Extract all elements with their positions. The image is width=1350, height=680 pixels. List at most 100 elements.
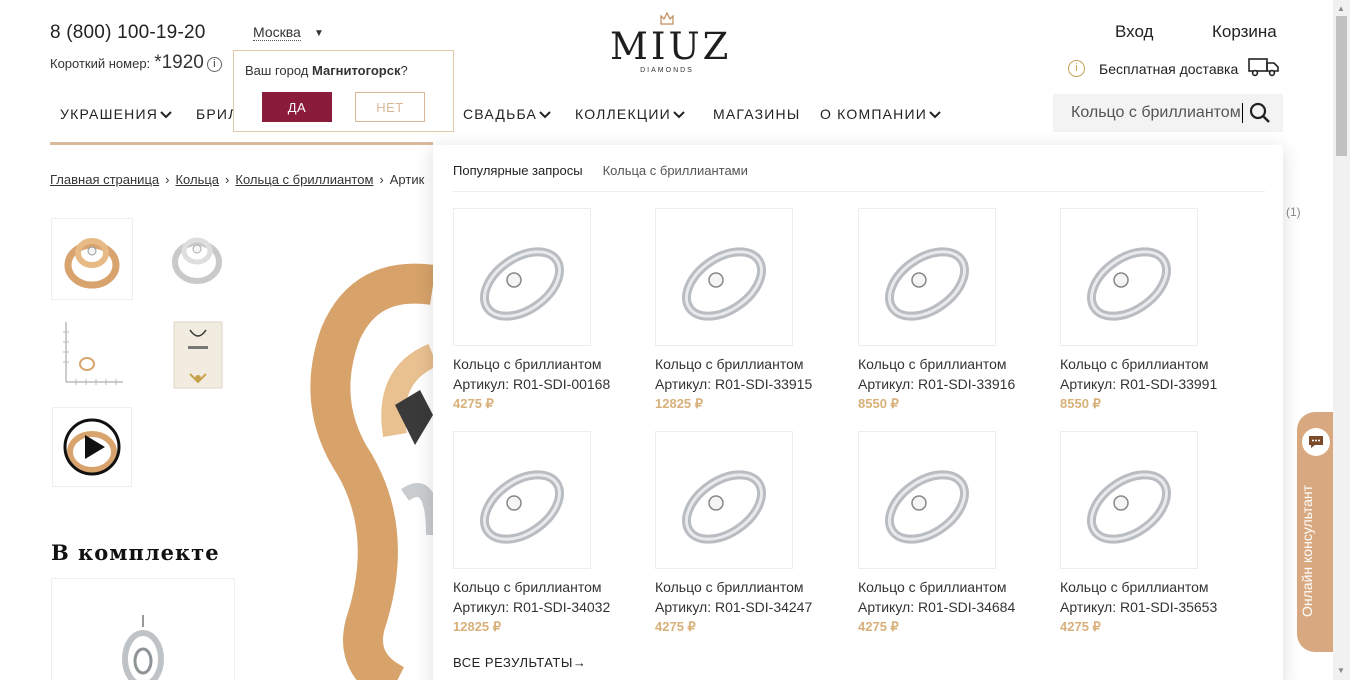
city-question: Ваш город Магнитогорск? [245, 63, 408, 78]
product-thumbnail-gold[interactable] [51, 218, 133, 300]
set-section-title: В комплекте [51, 540, 220, 565]
breadcrumb-current: Артик [389, 172, 425, 187]
nav-item-label: УКРАШЕНИЯ [60, 106, 159, 122]
nav-item-stores[interactable]: МАГАЗИНЫ [713, 106, 800, 122]
cart-link[interactable]: Корзина [1212, 22, 1277, 42]
city-yes-button[interactable]: ДА [262, 92, 332, 122]
product-price: 4275 ₽ [655, 619, 696, 634]
product-thumbnail-size[interactable] [51, 312, 133, 394]
product-thumbnail-package[interactable] [160, 312, 234, 394]
scroll-up-icon[interactable]: ▲ [1337, 4, 1345, 13]
product-name[interactable]: Кольцо с бриллиантом [1060, 354, 1260, 374]
short-number: Короткий номер: *1920 i [50, 52, 222, 74]
set-item-card[interactable] [51, 578, 235, 680]
product-card[interactable]: Кольцо с бриллиантом Артикул: R01-SDI-346… [858, 431, 1058, 637]
chevron-right-icon: › [165, 172, 170, 187]
nav-item-collections[interactable]: КОЛЛЕКЦИИ [575, 106, 685, 122]
city-selector[interactable]: Москва [253, 24, 301, 41]
product-main-image[interactable] [245, 205, 433, 680]
caret-down-icon[interactable]: ▼ [314, 28, 324, 39]
product-image[interactable] [858, 431, 996, 569]
chevron-down-icon [539, 106, 551, 122]
product-article: Артикул: R01-SDI-34247 [655, 599, 813, 615]
chat-icon [1302, 428, 1330, 456]
product-image[interactable] [453, 431, 591, 569]
free-delivery-label: Бесплатная доставка [1099, 60, 1239, 77]
popular-queries: Популярные запросы Кольца с бриллиантами [453, 163, 748, 178]
product-image[interactable] [1060, 431, 1198, 569]
product-name[interactable]: Кольцо с бриллиантом [453, 354, 653, 374]
product-name[interactable]: Кольцо с бриллиантом [858, 354, 1058, 374]
info-icon: i [1068, 60, 1085, 77]
logo-subtitle: DIAMONDS [640, 67, 694, 74]
search-input-value: Кольцо с бриллиантом [1071, 104, 1241, 121]
search-results-dropdown: Популярные запросы Кольца с бриллиантами… [433, 145, 1283, 680]
short-number-value: *1920 [154, 52, 204, 73]
breadcrumb-home[interactable]: Главная страница [50, 172, 159, 187]
breadcrumb-diamond-rings[interactable]: Кольца с бриллиантом [235, 172, 373, 187]
nav-item-label: КОЛЛЕКЦИИ [575, 106, 671, 122]
chevron-down-icon [160, 106, 172, 122]
scrollbar-thumb[interactable] [1336, 16, 1347, 156]
nav-item-wedding[interactable]: СВАДЬБА [463, 106, 551, 122]
breadcrumb-rings[interactable]: Кольца [175, 172, 219, 187]
product-article: Артикул: R01-SDI-35653 [1060, 599, 1218, 615]
chevron-right-icon: › [225, 172, 230, 187]
product-price: 8550 ₽ [1060, 396, 1101, 411]
product-price: 4275 ₽ [858, 619, 899, 634]
search-icon[interactable] [1249, 102, 1271, 129]
nav-underline [50, 142, 433, 145]
nav-item-jewelry[interactable]: УКРАШЕНИЯ [60, 106, 172, 122]
product-name[interactable]: Кольцо с бриллиантом [453, 577, 653, 597]
product-card[interactable]: Кольцо с бриллиантом Артикул: R01-SDI-339… [858, 208, 1058, 414]
product-article: Артикул: R01-SDI-33991 [1060, 376, 1218, 392]
product-card[interactable]: Кольцо с бриллиантом Артикул: R01-SDI-340… [453, 431, 653, 637]
product-name[interactable]: Кольцо с бриллиантом [655, 354, 855, 374]
popular-query-tag[interactable]: Кольца с бриллиантами [603, 163, 748, 178]
chevron-down-icon [673, 106, 685, 122]
search-input[interactable]: Кольцо с бриллиантом [1053, 94, 1283, 132]
product-name[interactable]: Кольцо с бриллиантом [655, 577, 855, 597]
page-scrollbar[interactable]: ▲ ▼ [1333, 0, 1350, 680]
logo[interactable]: MIUZ DIAMONDS [610, 11, 728, 74]
popular-queries-label: Популярные запросы [453, 163, 583, 178]
detected-city: Магнитогорск [312, 63, 401, 78]
product-price: 12825 ₽ [453, 619, 502, 634]
phone-number[interactable]: 8 (800) 100-19-20 [50, 22, 206, 44]
divider [453, 191, 1265, 192]
product-price: 12825 ₽ [655, 396, 704, 411]
chevron-down-icon [929, 106, 941, 122]
product-card[interactable]: Кольцо с бриллиантом Артикул: R01-SDI-339… [1060, 208, 1260, 414]
product-card[interactable]: Кольцо с бриллиантом Артикул: R01-SDI-342… [655, 431, 855, 637]
product-video-thumbnail[interactable] [52, 407, 132, 487]
product-card[interactable]: Кольцо с бриллиантом Артикул: R01-SDI-001… [453, 208, 653, 414]
product-thumbnail-silver[interactable] [160, 218, 234, 296]
product-price: 8550 ₽ [858, 396, 899, 411]
nav-item-about[interactable]: О КОМПАНИИ [820, 106, 941, 122]
product-name[interactable]: Кольцо с бриллиантом [858, 577, 1058, 597]
login-link[interactable]: Вход [1115, 22, 1153, 42]
product-image[interactable] [453, 208, 591, 346]
info-icon[interactable]: i [206, 57, 222, 73]
city-question-prefix: Ваш город [245, 63, 309, 78]
city-question-suffix: ? [400, 63, 408, 78]
product-article: Артикул: R01-SDI-34684 [858, 599, 1016, 615]
product-card[interactable]: Кольцо с бриллиантом Артикул: R01-SDI-356… [1060, 431, 1260, 637]
product-card[interactable]: Кольцо с бриллиантом Артикул: R01-SDI-339… [655, 208, 855, 414]
city-no-button[interactable]: НЕТ [355, 92, 425, 122]
product-name[interactable]: Кольцо с бриллиантом [1060, 577, 1260, 597]
online-consultant-label: Онлайн консультант [1299, 484, 1315, 617]
product-image[interactable] [655, 431, 793, 569]
product-image[interactable] [655, 208, 793, 346]
free-delivery[interactable]: i Бесплатная доставка [1068, 57, 1280, 80]
online-consultant-tab[interactable]: Онлайн консультант [1297, 412, 1333, 652]
review-count[interactable]: (1) [1286, 205, 1301, 219]
product-image[interactable] [858, 208, 996, 346]
product-image[interactable] [1060, 208, 1198, 346]
product-article: Артикул: R01-SDI-33916 [858, 376, 1016, 392]
text-cursor [1241, 103, 1243, 123]
truck-icon [1248, 57, 1280, 80]
chevron-right-icon: › [379, 172, 384, 187]
all-results-link[interactable]: ВСЕ РЕЗУЛЬТАТЫ→ [453, 655, 586, 670]
scroll-down-icon[interactable]: ▼ [1337, 666, 1345, 675]
